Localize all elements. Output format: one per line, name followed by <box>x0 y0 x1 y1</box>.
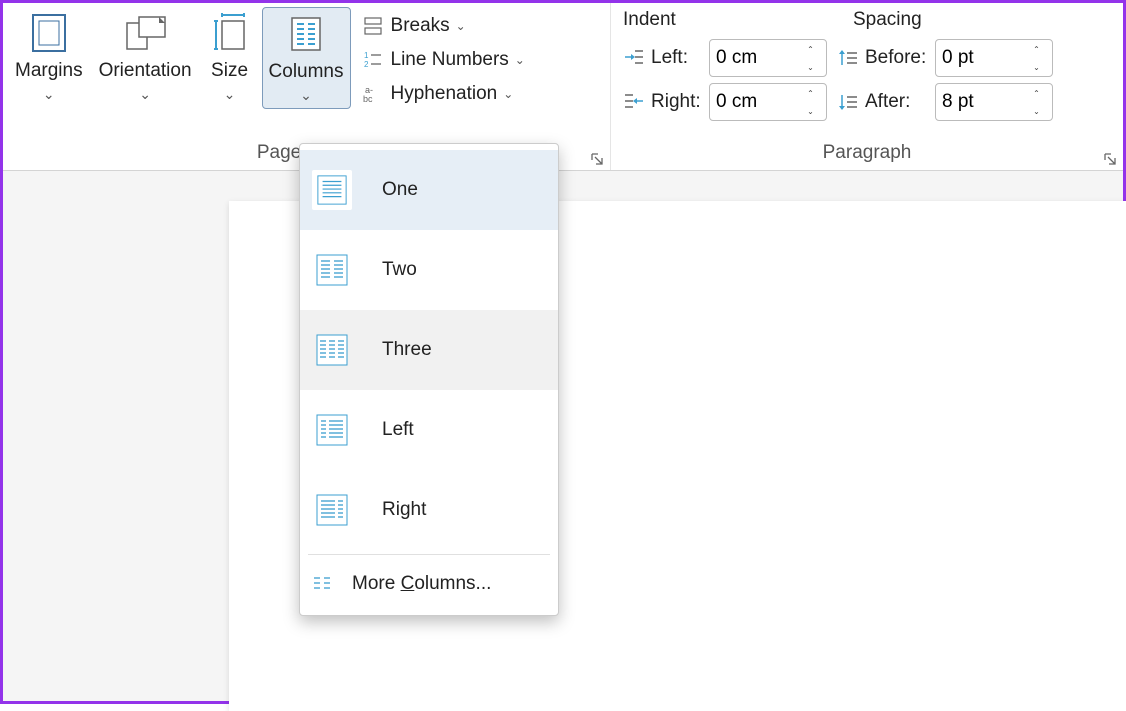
columns-menu-three-label: Three <box>382 339 432 361</box>
indent-left-icon <box>623 47 645 69</box>
indent-right-label: Right: <box>651 91 703 113</box>
more-columns-icon <box>312 573 334 595</box>
columns-menu-right-label: Right <box>382 499 426 521</box>
indent-header: Indent <box>623 9 853 31</box>
columns-three-icon <box>312 330 352 370</box>
more-columns-label: More Columns... <box>352 573 491 595</box>
chevron-down-icon: ⌄ <box>456 19 466 33</box>
indent-right-icon <box>623 91 645 113</box>
indent-right-input[interactable] <box>710 84 798 120</box>
line-numbers-icon: 1 2 <box>363 50 383 70</box>
orientation-icon <box>123 11 167 55</box>
orientation-label: Orientation <box>99 61 192 82</box>
more-columns-button[interactable]: More Columns... <box>300 559 558 609</box>
spacing-header: Spacing <box>853 9 922 31</box>
indent-left-label: Left: <box>651 47 703 69</box>
line-numbers-button[interactable]: 1 2 Line Numbers ⌄ <box>355 43 533 77</box>
margins-icon <box>27 11 71 55</box>
spacing-before-spinner[interactable]: ⌃ ⌄ <box>935 39 1053 77</box>
hyphenation-label: Hyphenation <box>391 83 498 105</box>
paragraph-group-label: Paragraph <box>611 138 1123 168</box>
line-numbers-label: Line Numbers <box>391 49 509 71</box>
columns-right-icon <box>312 490 352 530</box>
columns-two-icon <box>312 250 352 290</box>
size-button[interactable]: Size ⌄ <box>202 7 258 107</box>
svg-text:1: 1 <box>364 51 369 60</box>
breaks-label: Breaks <box>391 15 450 37</box>
margins-button[interactable]: Margins ⌄ <box>9 7 89 107</box>
spacing-after-spinner[interactable]: ⌃ ⌄ <box>935 83 1053 121</box>
spinner-up[interactable]: ⌃ <box>1025 40 1048 58</box>
columns-dropdown-menu: One Two <box>299 143 559 616</box>
indent-right-spinner[interactable]: ⌃ ⌄ <box>709 83 827 121</box>
spacing-after-input[interactable] <box>936 84 1024 120</box>
spinner-down[interactable]: ⌄ <box>1025 102 1048 120</box>
columns-menu-two-label: Two <box>382 259 417 281</box>
paragraph-launcher[interactable] <box>1103 150 1117 164</box>
size-label: Size <box>211 61 248 82</box>
spacing-before-label: Before: <box>865 47 929 69</box>
columns-menu-right[interactable]: Right <box>300 470 558 550</box>
spinner-down[interactable]: ⌄ <box>799 58 822 76</box>
columns-menu-one[interactable]: One <box>300 150 558 230</box>
spinner-down[interactable]: ⌄ <box>799 102 822 120</box>
breaks-button[interactable]: Breaks ⌄ <box>355 9 533 43</box>
svg-text:2: 2 <box>364 60 369 69</box>
chevron-down-icon: ⌄ <box>139 86 151 103</box>
columns-menu-left[interactable]: Left <box>300 390 558 470</box>
spacing-after-icon <box>837 91 859 113</box>
columns-left-icon <box>312 410 352 450</box>
columns-one-icon <box>312 170 352 210</box>
chevron-down-icon: ⌄ <box>515 53 525 67</box>
spinner-up[interactable]: ⌃ <box>799 84 822 102</box>
chevron-down-icon: ⌄ <box>300 87 312 104</box>
columns-label: Columns <box>269 62 344 83</box>
spacing-before-icon <box>837 47 859 69</box>
ribbon: Margins ⌄ Orientation ⌄ <box>3 3 1123 171</box>
spinner-down[interactable]: ⌄ <box>1025 58 1048 76</box>
hyphenation-icon: a- bc <box>363 84 383 104</box>
spacing-after-label: After: <box>865 91 929 113</box>
spacing-before-input[interactable] <box>936 40 1024 76</box>
columns-menu-left-label: Left <box>382 419 414 441</box>
menu-separator <box>308 554 550 555</box>
hyphenation-button[interactable]: a- bc Hyphenation ⌄ <box>355 77 533 111</box>
spinner-up[interactable]: ⌃ <box>1025 84 1048 102</box>
columns-menu-one-label: One <box>382 179 418 201</box>
size-icon <box>208 11 252 55</box>
breaks-icon <box>363 16 383 36</box>
chevron-down-icon: ⌄ <box>503 87 513 101</box>
margins-label: Margins <box>15 61 83 82</box>
indent-left-input[interactable] <box>710 40 798 76</box>
columns-menu-three[interactable]: Three <box>300 310 558 390</box>
page-setup-launcher[interactable] <box>590 150 604 164</box>
columns-button[interactable]: Columns ⌄ <box>262 7 351 109</box>
indent-left-spinner[interactable]: ⌃ ⌄ <box>709 39 827 77</box>
chevron-down-icon: ⌄ <box>224 86 236 103</box>
orientation-button[interactable]: Orientation ⌄ <box>93 7 198 107</box>
svg-text:bc: bc <box>363 94 373 104</box>
columns-menu-two[interactable]: Two <box>300 230 558 310</box>
columns-icon <box>284 12 328 56</box>
spinner-up[interactable]: ⌃ <box>799 40 822 58</box>
chevron-down-icon: ⌄ <box>43 86 55 103</box>
